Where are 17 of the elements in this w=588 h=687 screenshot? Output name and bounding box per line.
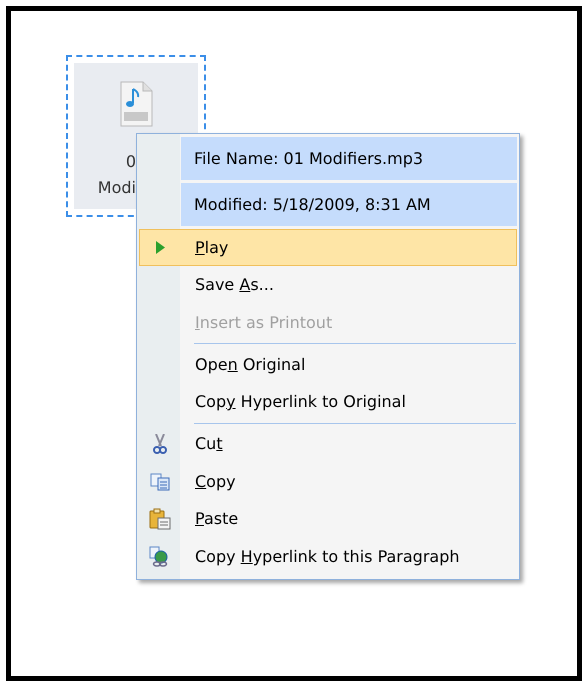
play-icon [156, 241, 164, 254]
scissors-icon [153, 434, 167, 454]
menu-header: File Name: 01 Modifiers.mp3 [181, 137, 517, 180]
menu-item[interactable]: Play [139, 229, 517, 266]
file-name-text: Modi [98, 177, 136, 199]
menu-item[interactable]: Cut [139, 426, 517, 462]
menu-item[interactable]: Paste [139, 500, 517, 538]
clipboard-icon [149, 508, 171, 530]
menu-item[interactable]: Save As... [139, 266, 517, 304]
menu-item[interactable]: Copy Hyperlink to Original [139, 384, 517, 420]
menu-item[interactable]: Open Original [139, 346, 517, 383]
menu-item[interactable]: Copy [139, 463, 517, 500]
menu-header: Modified: 5/18/2009, 8:31 AM [181, 183, 517, 226]
copy-icon [150, 472, 170, 490]
music-file-icon [119, 81, 153, 127]
file-name-text: 0 [126, 151, 136, 173]
menu-item[interactable]: Copy Hyperlink to this Paragraph [139, 538, 517, 575]
